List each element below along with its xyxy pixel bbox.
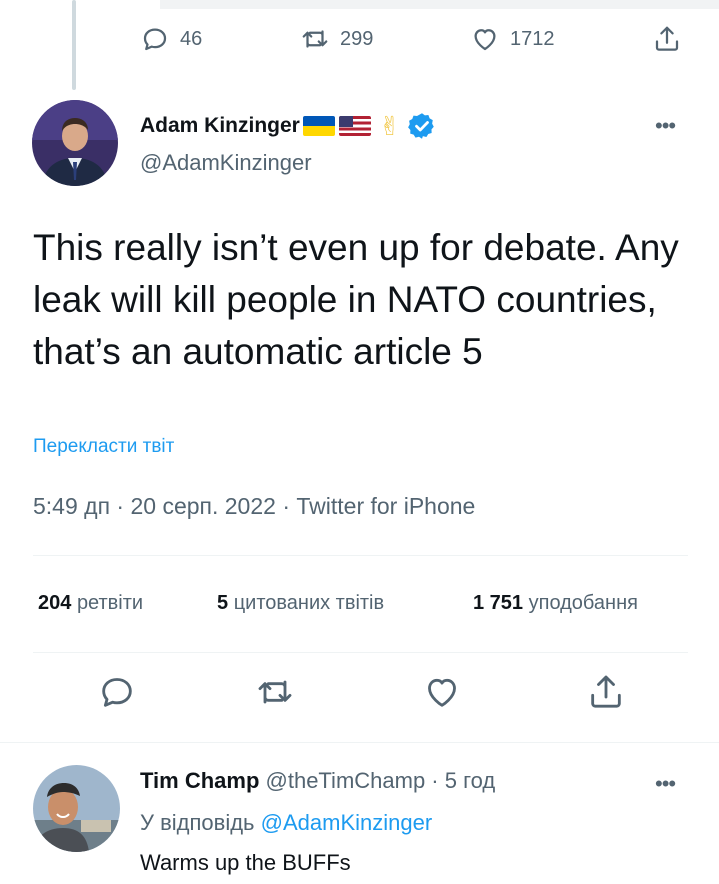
tweet-more-icon[interactable]: •••: [655, 113, 676, 139]
retweets-stat-label: ретвіти: [76, 592, 144, 614]
verified-badge-icon: [407, 113, 434, 139]
reply-separator: [0, 742, 719, 743]
likes-stat-label: уподобання: [528, 592, 638, 614]
reply-handle-time[interactable]: @theTimChamp · 5 год: [266, 768, 496, 793]
replying-to-mention[interactable]: @AdamKinzinger: [261, 810, 433, 835]
retweet-icon: [302, 30, 328, 48]
tweet-stats: 204 ретвіти 5 цитованих твітів 1 751 упо…: [33, 592, 693, 622]
tweet-actions: [0, 672, 719, 722]
retweets-stat-count: 204: [38, 592, 72, 614]
parent-share-button[interactable]: [652, 24, 682, 54]
share-icon: [655, 26, 679, 51]
retweets-stat[interactable]: 204 ретвіти: [38, 592, 143, 615]
reply-avatar[interactable]: [33, 765, 120, 852]
victory-hand-icon: ✌: [378, 111, 401, 141]
parent-reply-count: 46: [180, 27, 203, 50]
quotes-stat-count: 5: [217, 592, 229, 614]
parent-retweet-count: 299: [340, 27, 374, 50]
author-avatar[interactable]: [32, 100, 118, 186]
divider: [33, 652, 688, 653]
translate-tweet-link[interactable]: Перекласти твіт: [33, 436, 174, 458]
like-icon: [474, 29, 496, 51]
thread-connector-line: [72, 0, 76, 90]
reply-header: Tim Champ @theTimChamp · 5 год: [140, 768, 495, 794]
parent-tweet-actions: 46 299 1712: [140, 24, 700, 62]
parent-reply-button[interactable]: 46: [140, 24, 202, 54]
like-icon[interactable]: [422, 672, 462, 712]
tweet-timestamp-source[interactable]: 5:49 дп · 20 серп. 2022 · Twitter for iP…: [33, 493, 475, 520]
divider: [33, 555, 688, 556]
share-icon[interactable]: [586, 672, 626, 712]
parent-like-button[interactable]: 1712: [470, 24, 555, 54]
top-edge-strip: [160, 0, 719, 9]
author-handle[interactable]: @AdamKinzinger: [140, 150, 312, 176]
retweet-icon[interactable]: [255, 672, 295, 712]
likes-stat[interactable]: 1 751 уподобання: [473, 592, 638, 615]
reply-icon: [143, 28, 167, 51]
replying-to-prefix: У відповідь: [140, 810, 255, 835]
reply-author-name[interactable]: Tim Champ: [140, 768, 259, 793]
reply-text: Warms up the BUFFs: [140, 850, 351, 875]
quotes-stat-label: цитованих твітів: [233, 592, 385, 614]
replying-to-line: У відповідь @AdamKinzinger: [140, 810, 432, 836]
reply-more-icon[interactable]: •••: [655, 771, 676, 797]
ukraine-flag-icon: [302, 116, 335, 136]
quotes-stat[interactable]: 5 цитованих твітів: [217, 592, 384, 615]
author-name-row[interactable]: Adam Kinzinger ✌: [140, 111, 437, 141]
reply-icon[interactable]: [97, 672, 137, 712]
parent-like-count: 1712: [510, 27, 555, 50]
parent-retweet-button[interactable]: 299: [300, 24, 373, 54]
tweet-text: This really isn’t even up for debate. An…: [33, 227, 679, 372]
author-name: Adam Kinzinger: [140, 114, 300, 137]
us-flag-icon: [338, 116, 371, 136]
likes-stat-count: 1 751: [473, 592, 524, 614]
